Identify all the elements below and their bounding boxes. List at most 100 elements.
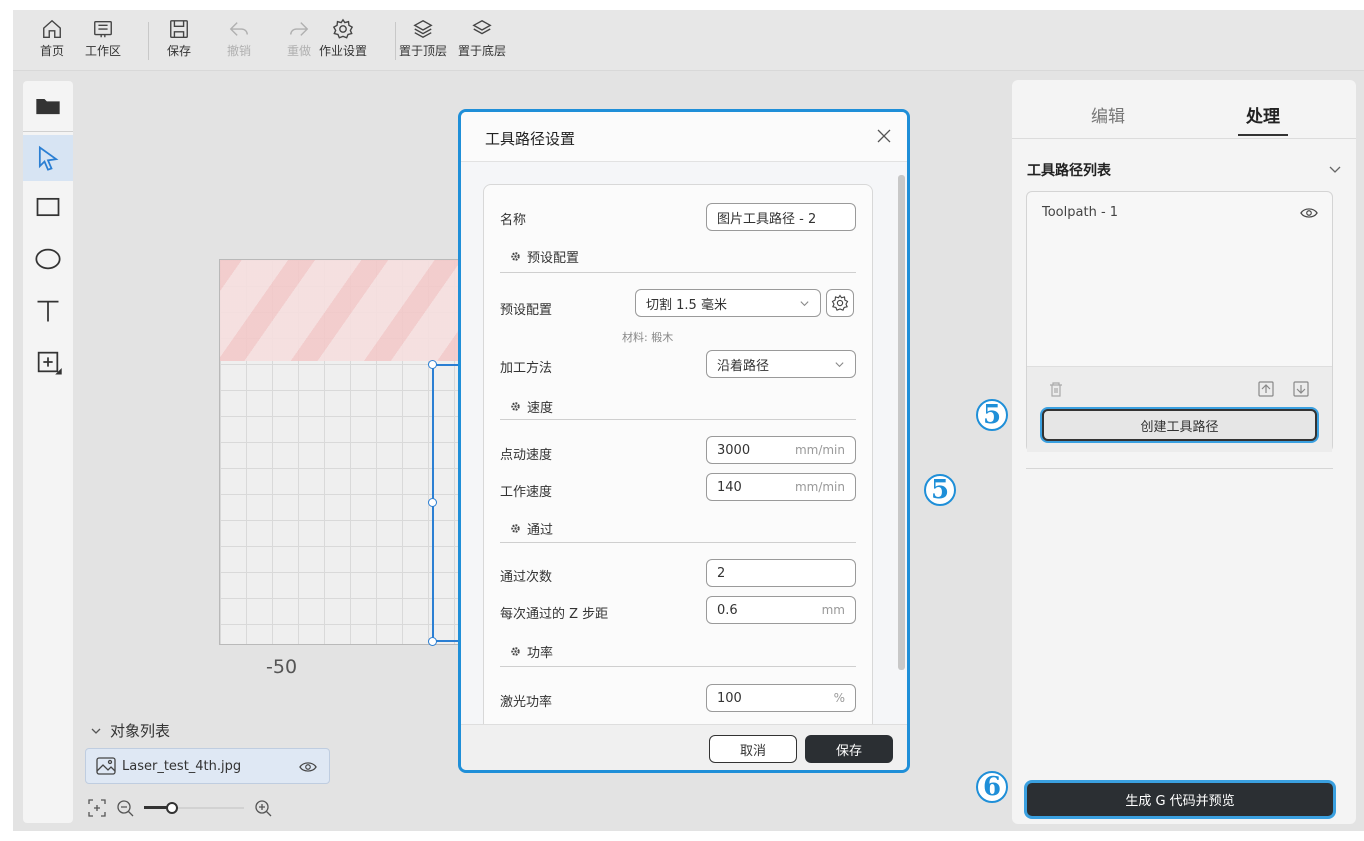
text-tool[interactable] [23, 288, 73, 334]
preset-label: 预设配置 [500, 303, 553, 318]
axis-tick-label: -50 [266, 656, 298, 678]
home-icon [43, 19, 61, 38]
dialog-footer: 取消 保存 [461, 724, 907, 770]
image-object[interactable] [220, 260, 462, 361]
bring-to-front-label: 置于顶层 [399, 44, 448, 58]
insert-tool[interactable] [23, 339, 73, 385]
gear-icon [511, 252, 520, 261]
toolpath-settings-dialog: 工具路径设置 名称 图片工具路径 - 2 预设配置 预设配置 切割 1.5 毫米… [458, 109, 910, 773]
undo-button[interactable]: 撤销 [227, 18, 251, 64]
method-select[interactable]: 沿着路径 [706, 350, 856, 378]
send-to-back-button[interactable]: 置于底层 [458, 18, 506, 64]
panel-divider [1026, 468, 1333, 469]
dialog-scrollbar[interactable] [898, 175, 905, 670]
cancel-button[interactable]: 取消 [709, 735, 797, 763]
passes-label: 通过次数 [500, 570, 553, 585]
gear-icon [511, 402, 520, 411]
bring-to-front-button[interactable]: 置于顶层 [399, 18, 447, 64]
tab-edit[interactable]: 编辑 [1091, 102, 1125, 127]
home-label: 首页 [40, 44, 65, 58]
method-label: 加工方法 [500, 361, 553, 376]
preset-settings-button[interactable] [826, 289, 854, 317]
move-up-icon[interactable] [1258, 381, 1274, 397]
eye-icon[interactable] [1300, 205, 1318, 221]
object-list-item[interactable]: Laser_test_4th.jpg [85, 748, 330, 784]
preset-select[interactable]: 切割 1.5 毫米 [635, 289, 821, 317]
undo-label: 撤销 [227, 44, 252, 58]
zoom-slider[interactable] [144, 801, 244, 815]
dialog-header: 工具路径设置 [461, 112, 907, 162]
step-number-badge: 6 [976, 771, 1008, 803]
home-button[interactable]: 首页 [40, 18, 64, 64]
fit-to-screen-icon[interactable] [88, 799, 106, 817]
work-speed-value: 140 [717, 479, 742, 495]
section-divider [500, 542, 856, 543]
workspace-button[interactable]: 工作区 [85, 18, 121, 64]
layers-down-icon [472, 19, 492, 35]
jog-speed-input[interactable]: 3000 mm/min [706, 436, 856, 464]
open-file-tool[interactable] [23, 83, 73, 129]
save-label: 保存 [167, 44, 192, 58]
close-icon[interactable] [877, 129, 891, 143]
power-section-title: 功率 [527, 646, 554, 661]
work-speed-input[interactable]: 140 mm/min [706, 473, 856, 501]
trash-icon[interactable] [1048, 381, 1064, 397]
jog-speed-value: 3000 [717, 442, 751, 458]
zoom-in-icon[interactable] [254, 799, 272, 817]
step-number-badge: 5 [976, 399, 1008, 431]
toolpath-list-title: 工具路径列表 [1027, 163, 1111, 179]
z-step-label: 每次通过的 Z 步距 [500, 607, 609, 622]
redo-icon [290, 22, 309, 36]
speed-section-title: 速度 [527, 401, 554, 416]
laser-power-input[interactable]: 100 % [706, 684, 856, 712]
toolpath-item[interactable]: Toolpath - 1 [1042, 205, 1118, 220]
zoom-out-icon[interactable] [116, 799, 134, 817]
eye-icon[interactable] [299, 758, 317, 776]
undo-icon [229, 22, 248, 36]
gear-icon [831, 294, 849, 311]
redo-label: 重做 [287, 44, 312, 58]
work-speed-unit: mm/min [794, 480, 845, 494]
resize-handle[interactable] [428, 637, 437, 646]
job-settings-button[interactable]: 作业设置 [319, 18, 367, 64]
gear-icon [332, 18, 354, 39]
name-input[interactable]: 图片工具路径 - 2 [706, 203, 856, 231]
object-list-header[interactable]: 对象列表 [90, 720, 170, 741]
zoom-slider-knob[interactable] [166, 802, 178, 814]
tab-process[interactable]: 处理 [1246, 102, 1280, 127]
dialog-title: 工具路径设置 [485, 130, 576, 148]
chevron-down-icon[interactable] [1328, 162, 1342, 176]
method-value: 沿着路径 [717, 358, 770, 374]
jog-speed-unit: mm/min [794, 443, 845, 457]
workspace-label: 工作区 [85, 44, 122, 58]
ellipse-tool[interactable] [23, 236, 73, 282]
gear-icon [511, 524, 520, 533]
save-button[interactable]: 保存 [167, 18, 191, 64]
z-step-input[interactable]: 0.6 mm [706, 596, 856, 624]
step-number-badge: 5 [924, 474, 956, 506]
text-icon [37, 300, 59, 322]
section-divider [500, 272, 856, 273]
ellipse-icon [35, 248, 61, 270]
move-down-icon[interactable] [1293, 381, 1309, 397]
resize-handle[interactable] [428, 498, 437, 507]
redo-button[interactable]: 重做 [287, 18, 311, 64]
send-to-back-label: 置于底层 [458, 44, 507, 58]
work-canvas[interactable] [219, 259, 463, 645]
save-button[interactable]: 保存 [805, 735, 893, 763]
power-section-header: 功率 [510, 642, 553, 661]
passes-input[interactable]: 2 [706, 559, 856, 587]
create-toolpath-button[interactable]: 创建工具路径 [1042, 409, 1317, 441]
toolbar-divider [148, 22, 149, 60]
preset-section-header: 预设配置 [510, 247, 579, 266]
select-tool[interactable] [23, 135, 73, 181]
resize-handle[interactable] [428, 360, 437, 369]
gear-icon [511, 647, 520, 656]
rectangle-tool[interactable] [23, 184, 73, 230]
image-icon [96, 757, 116, 775]
zoom-controls [88, 797, 308, 819]
generate-gcode-button[interactable]: 生成 G 代码并预览 [1027, 783, 1333, 816]
rectangle-icon [36, 197, 60, 217]
pass-section-title: 通过 [527, 523, 554, 538]
passes-value: 2 [717, 565, 726, 581]
